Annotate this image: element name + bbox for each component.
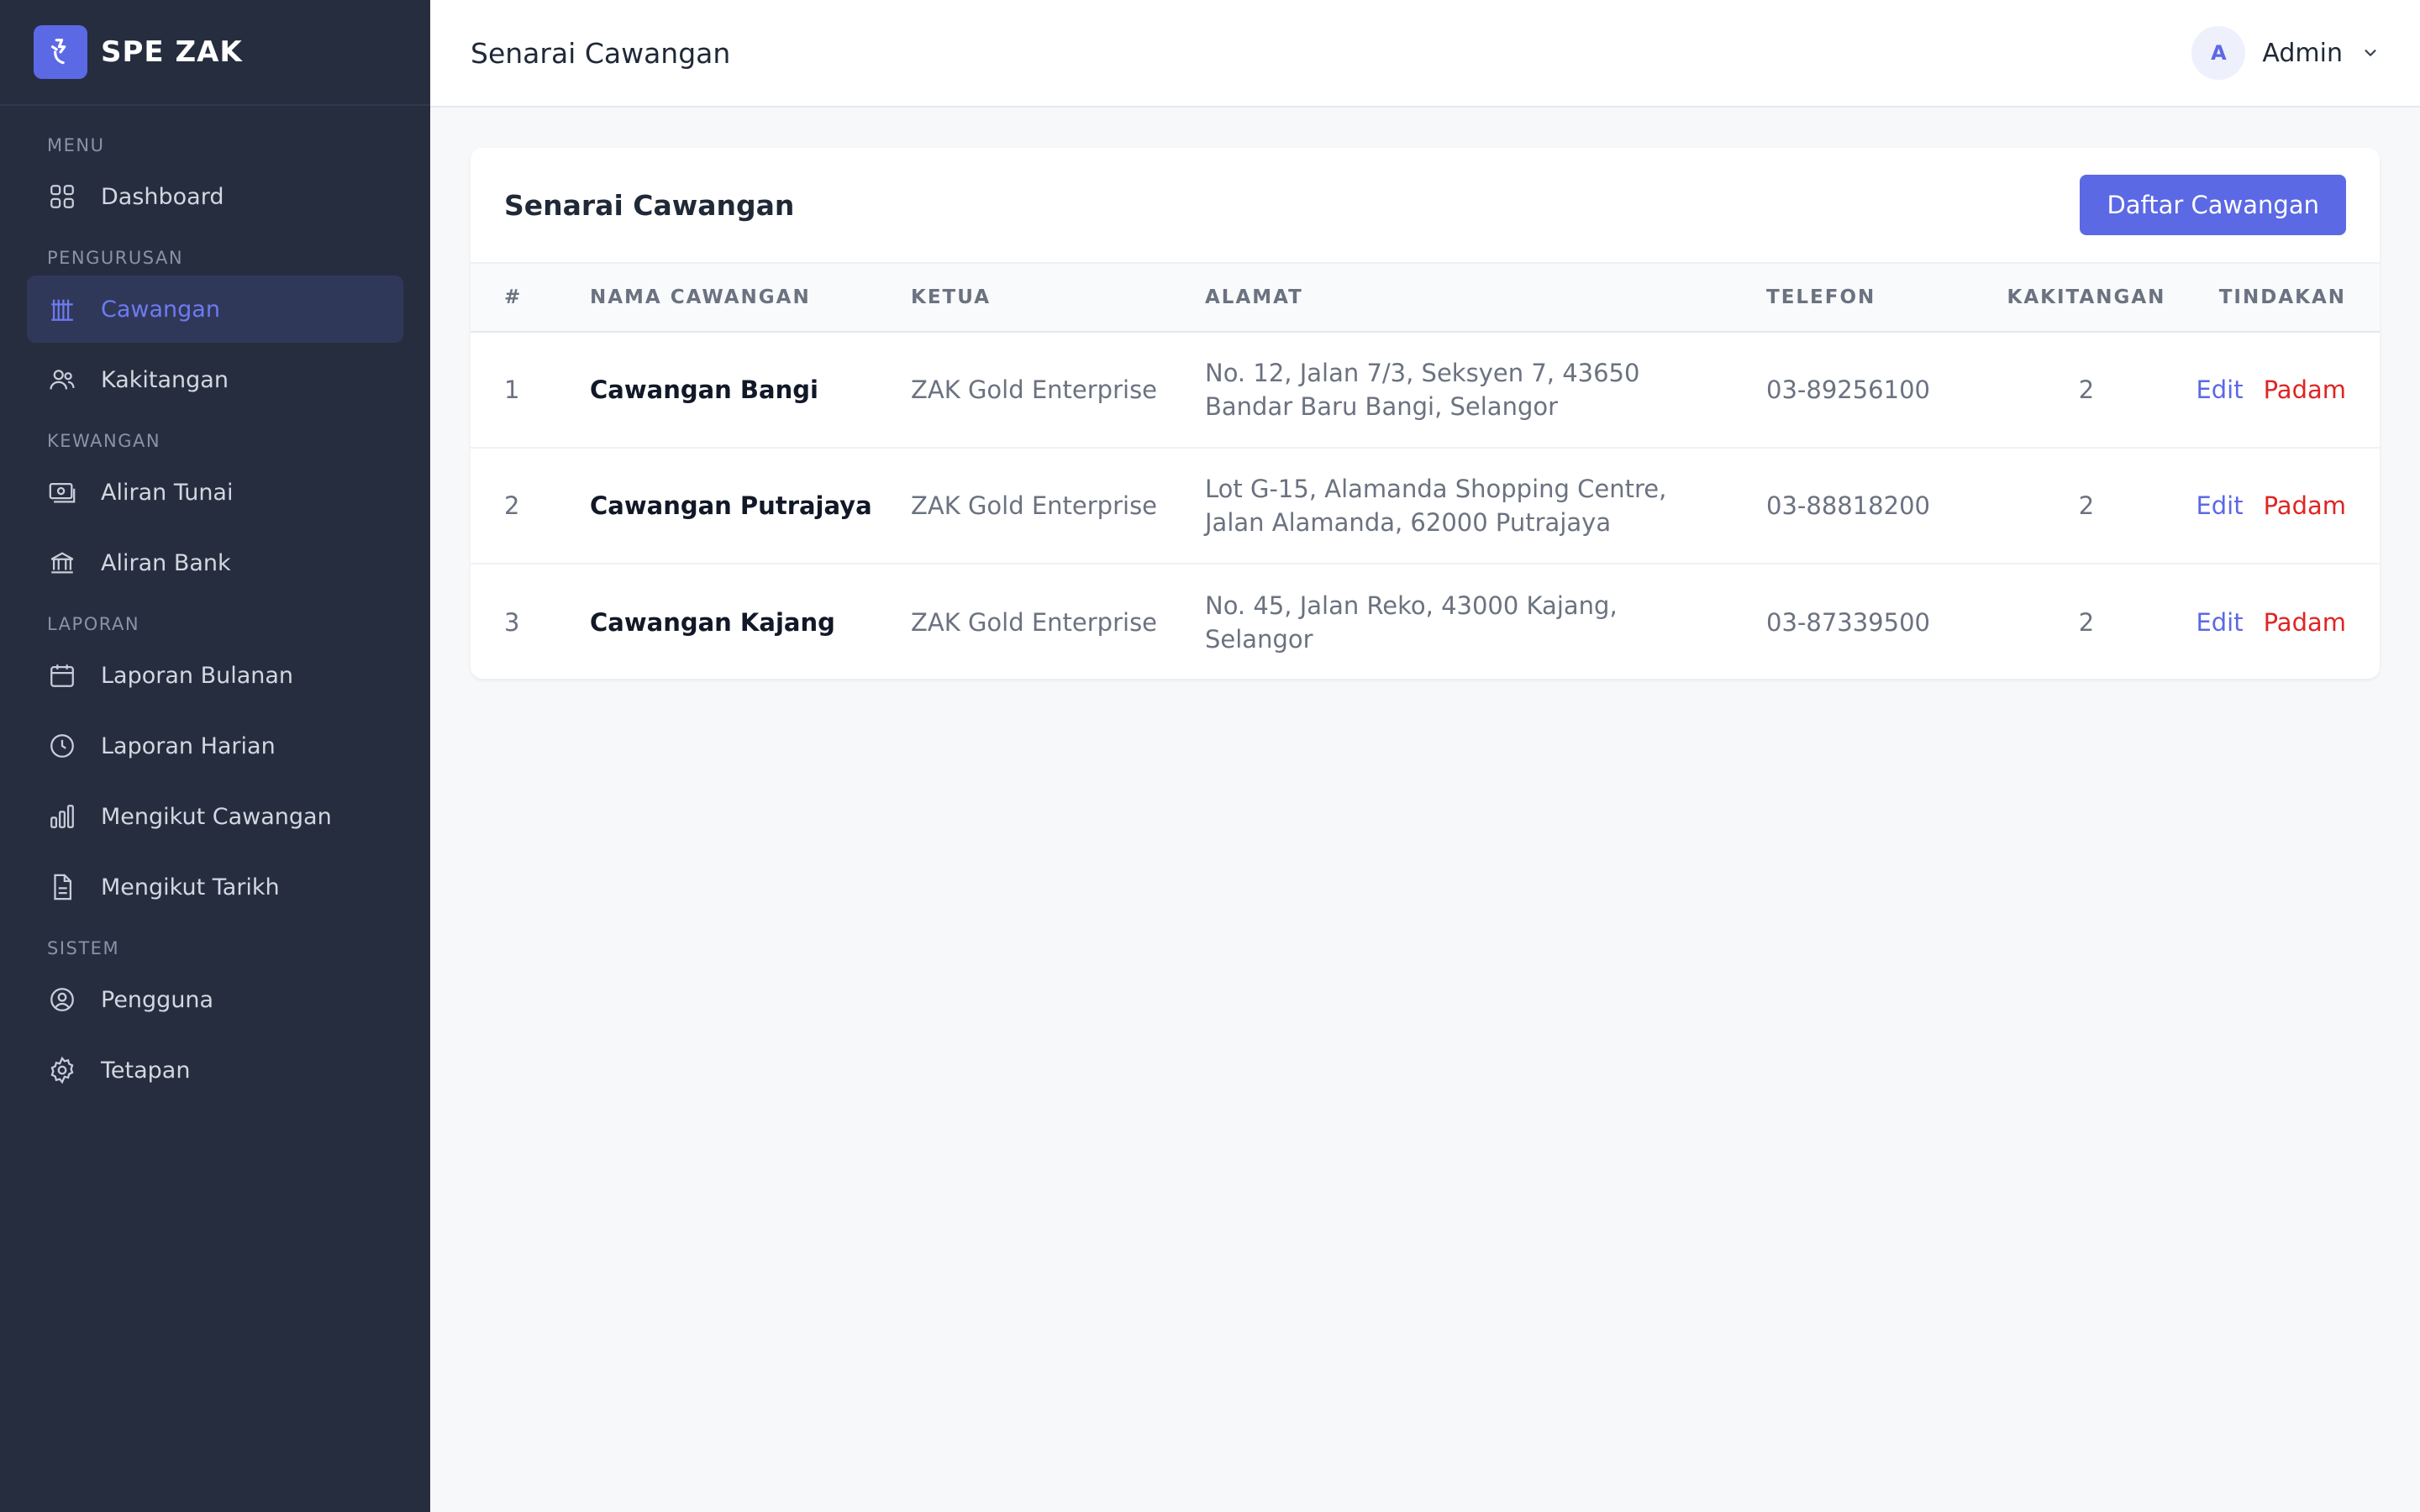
column-header-no: # [504, 286, 523, 308]
row-address: No. 45, Jalan Reko, 43000 Kajang, Selang… [1205, 591, 1618, 654]
sidebar-item-label: Kakitangan [101, 366, 229, 393]
bar-chart-icon [47, 801, 77, 832]
sidebar-item-laporan-bulanan[interactable]: Laporan Bulanan [27, 642, 403, 709]
row-phone: 03-87339500 [1766, 607, 1930, 637]
table-header-row: # NAMA CAWANGAN KETUA ALAMAT TELEFON KAK… [471, 263, 2380, 332]
sidebar: SPE ZAK MENU Dashboard PENGURUSAN Cawang… [0, 0, 430, 1512]
document-icon [47, 872, 77, 902]
branch-list-card: Senarai Cawangan Daftar Cawangan # NAMA … [471, 148, 2380, 679]
row-head: ZAK Gold Enterprise [911, 375, 1158, 404]
user-menu[interactable]: A Admin [2191, 26, 2380, 80]
page-title: Senarai Cawangan [471, 36, 731, 70]
cash-icon [47, 477, 77, 507]
row-actions: Edit Padam [2193, 332, 2380, 448]
sidebar-nav: MENU Dashboard PENGURUSAN Cawangan Kakit… [0, 106, 430, 1104]
brand-logo-icon [34, 25, 87, 79]
row-staff-count: 2 [2078, 491, 2095, 520]
bank-icon [47, 548, 77, 578]
delete-link[interactable]: Padam [2264, 375, 2346, 404]
row-no: 3 [504, 607, 520, 637]
sidebar-item-pengguna[interactable]: Pengguna [27, 966, 403, 1033]
building-icon [47, 294, 77, 324]
row-branch-name: Cawangan Bangi [590, 375, 818, 404]
row-staff-count: 2 [2078, 607, 2095, 637]
column-header-address: ALAMAT [1205, 286, 1303, 308]
dashboard-icon [47, 181, 77, 212]
row-branch-name: Cawangan Kajang [590, 607, 835, 637]
chevron-down-icon[interactable] [2361, 44, 2380, 62]
row-staff-count: 2 [2078, 375, 2095, 404]
avatar[interactable]: A [2191, 26, 2246, 80]
column-header-actions: TINDAKAN [2218, 286, 2346, 308]
card-header: Senarai Cawangan Daftar Cawangan [471, 148, 2380, 262]
row-branch-name: Cawangan Putrajaya [590, 491, 872, 520]
sidebar-item-label: Mengikut Cawangan [101, 803, 332, 830]
sidebar-item-cawangan[interactable]: Cawangan [27, 276, 403, 343]
column-header-head: KETUA [911, 286, 991, 308]
sidebar-item-label: Cawangan [101, 296, 220, 323]
sidebar-item-mengikut-tarikh[interactable]: Mengikut Tarikh [27, 853, 403, 921]
nav-section-laporan: LAPORAN [47, 614, 140, 634]
row-no: 1 [504, 375, 520, 404]
sidebar-item-label: Tetapan [101, 1057, 191, 1084]
sidebar-item-label: Mengikut Tarikh [101, 874, 280, 900]
column-header-name: NAMA CAWANGAN [590, 286, 811, 308]
row-address: Lot G-15, Alamanda Shopping Centre, Jala… [1205, 475, 1667, 537]
sidebar-item-label: Laporan Harian [101, 732, 276, 759]
column-header-phone: TELEFON [1766, 286, 1876, 308]
table-row: 3 Cawangan Kajang ZAK Gold Enterprise No… [471, 564, 2380, 679]
add-branch-button[interactable]: Daftar Cawangan [2080, 175, 2346, 235]
sidebar-item-mengikut-cawangan[interactable]: Mengikut Cawangan [27, 783, 403, 850]
row-phone: 03-88818200 [1766, 491, 1930, 520]
delete-link[interactable]: Padam [2264, 608, 2346, 637]
card-title: Senarai Cawangan [504, 188, 795, 222]
brand-name: SPE ZAK [101, 35, 243, 69]
nav-section-kewangan: KEWANGAN [47, 431, 161, 451]
brand[interactable]: SPE ZAK [0, 0, 430, 106]
edit-link[interactable]: Edit [2196, 375, 2243, 404]
sidebar-item-tetapan[interactable]: Tetapan [27, 1037, 403, 1104]
branch-table: # NAMA CAWANGAN KETUA ALAMAT TELEFON KAK… [471, 262, 2380, 679]
nav-section-menu: MENU [47, 135, 105, 155]
sidebar-item-label: Aliran Tunai [101, 479, 234, 506]
sidebar-item-aliran-tunai[interactable]: Aliran Tunai [27, 459, 403, 526]
sidebar-item-kakitangan[interactable]: Kakitangan [27, 346, 403, 413]
table-row: 2 Cawangan Putrajaya ZAK Gold Enterprise… [471, 448, 2380, 564]
nav-section-sistem: SISTEM [47, 938, 120, 958]
row-actions: Edit Padam [2193, 564, 2380, 679]
user-circle-icon [47, 984, 77, 1015]
delete-link[interactable]: Padam [2264, 491, 2346, 520]
sidebar-item-aliran-bank[interactable]: Aliran Bank [27, 529, 403, 596]
users-icon [47, 365, 77, 395]
row-address: No. 12, Jalan 7/3, Seksyen 7, 43650 Band… [1205, 359, 1640, 421]
edit-link[interactable]: Edit [2196, 608, 2243, 637]
nav-section-pengurusan: PENGURUSAN [47, 248, 184, 268]
clock-icon [47, 731, 77, 761]
sidebar-item-laporan-harian[interactable]: Laporan Harian [27, 712, 403, 780]
sidebar-item-label: Dashboard [101, 183, 224, 210]
row-head: ZAK Gold Enterprise [911, 491, 1158, 520]
gear-icon [47, 1055, 77, 1085]
sidebar-item-label: Laporan Bulanan [101, 662, 294, 689]
topbar: Senarai Cawangan A Admin [430, 0, 2420, 108]
row-head: ZAK Gold Enterprise [911, 607, 1158, 637]
sidebar-item-label: Pengguna [101, 986, 214, 1013]
calendar-icon [47, 660, 77, 690]
sidebar-item-dashboard[interactable]: Dashboard [27, 163, 403, 230]
sidebar-item-label: Aliran Bank [101, 549, 231, 576]
row-phone: 03-89256100 [1766, 375, 1930, 404]
edit-link[interactable]: Edit [2196, 491, 2243, 520]
table-row: 1 Cawangan Bangi ZAK Gold Enterprise No.… [471, 332, 2380, 448]
user-name[interactable]: Admin [2262, 39, 2343, 68]
column-header-staff: KAKITANGAN [2007, 286, 2166, 308]
row-no: 2 [504, 491, 520, 520]
row-actions: Edit Padam [2193, 448, 2380, 564]
